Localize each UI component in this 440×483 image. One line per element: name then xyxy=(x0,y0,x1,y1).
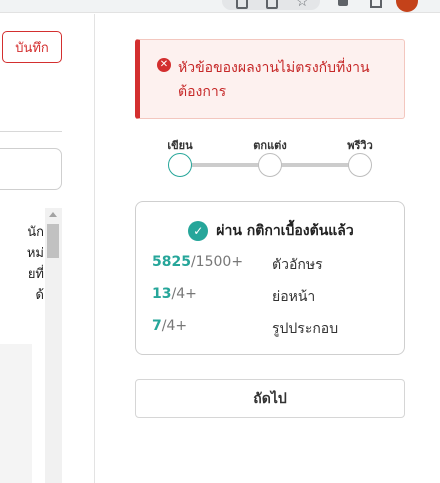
profile-avatar[interactable] xyxy=(396,0,418,12)
criteria-title: ผ่าน กติกาเบื้องต้นแล้ว xyxy=(216,223,354,239)
title-input[interactable] xyxy=(0,148,62,190)
criteria-header: ✓ ผ่าน กติกาเบื้องต้นแล้ว xyxy=(136,220,406,242)
browser-toolbar: ☆ xyxy=(0,0,440,13)
criteria-card: ✓ ผ่าน กติกาเบื้องต้นแล้ว 5825/1500+ ตัว… xyxy=(135,201,405,355)
editor-line: ยที่ xyxy=(27,267,44,282)
bookmark-star-icon[interactable]: ☆ xyxy=(296,0,309,10)
window-icon[interactable] xyxy=(370,0,382,8)
progress-stepper: เขียน ตกแต่ง พรีวิว xyxy=(135,130,405,180)
next-button[interactable]: ถัดไป xyxy=(135,379,405,418)
criteria-requirement: /4+ xyxy=(161,318,188,334)
criteria-value: 13 xyxy=(152,286,172,302)
criteria-label: รูปประกอบ xyxy=(272,321,339,337)
criteria-value: 5825 xyxy=(152,254,191,270)
divider xyxy=(0,131,62,132)
error-circle-icon: ✕ xyxy=(157,58,171,72)
step-label-decorate: ตกแต่ง xyxy=(253,139,287,152)
editor-line: หม่ xyxy=(26,246,44,261)
editor-body[interactable]: นัก หม่ ยที่ ด้ xyxy=(0,222,44,306)
editor-column: บันทึก นัก หม่ ยที่ ด้ xyxy=(0,14,94,483)
editor-line: นัก xyxy=(27,225,44,240)
install-icon[interactable] xyxy=(236,0,248,9)
step-dot-preview[interactable] xyxy=(348,153,372,177)
criteria-requirement: /1500+ xyxy=(190,254,244,270)
share-icon[interactable] xyxy=(266,0,278,9)
step-label-preview: พรีวิว xyxy=(347,139,373,152)
step-connector xyxy=(180,163,270,167)
error-alert: ✕ หัวข้อของผลงานไม่ตรงกับที่งานต้องการ xyxy=(135,39,405,119)
scroll-thumb[interactable] xyxy=(47,224,59,258)
check-circle-icon: ✓ xyxy=(188,221,209,241)
criteria-label: ย่อหน้า xyxy=(272,289,316,305)
step-dot-write[interactable] xyxy=(168,153,192,177)
column-divider xyxy=(94,14,95,483)
editor-line: ด้ xyxy=(35,288,44,303)
scrollbar[interactable] xyxy=(45,208,62,483)
criteria-row-images: 7/4+ รูปประกอบ xyxy=(152,318,392,340)
criteria-row-paragraphs: 13/4+ ย่อหน้า xyxy=(152,286,392,308)
criteria-requirement: /4+ xyxy=(171,286,197,302)
save-button[interactable]: บันทึก xyxy=(2,31,62,63)
criteria-label: ตัวอักษร xyxy=(272,257,323,273)
criteria-row-characters: 5825/1500+ ตัวอักษร xyxy=(152,254,392,276)
editor-lower-area xyxy=(0,344,32,483)
criteria-value: 7 xyxy=(152,318,162,334)
extensions-icon[interactable] xyxy=(338,0,348,6)
scroll-up-icon[interactable] xyxy=(49,212,57,217)
step-label-write: เขียน xyxy=(167,139,193,152)
alert-message: หัวข้อของผลงานไม่ตรงกับที่งานต้องการ xyxy=(178,60,370,100)
step-dot-decorate[interactable] xyxy=(258,153,282,177)
step-connector xyxy=(270,163,360,167)
